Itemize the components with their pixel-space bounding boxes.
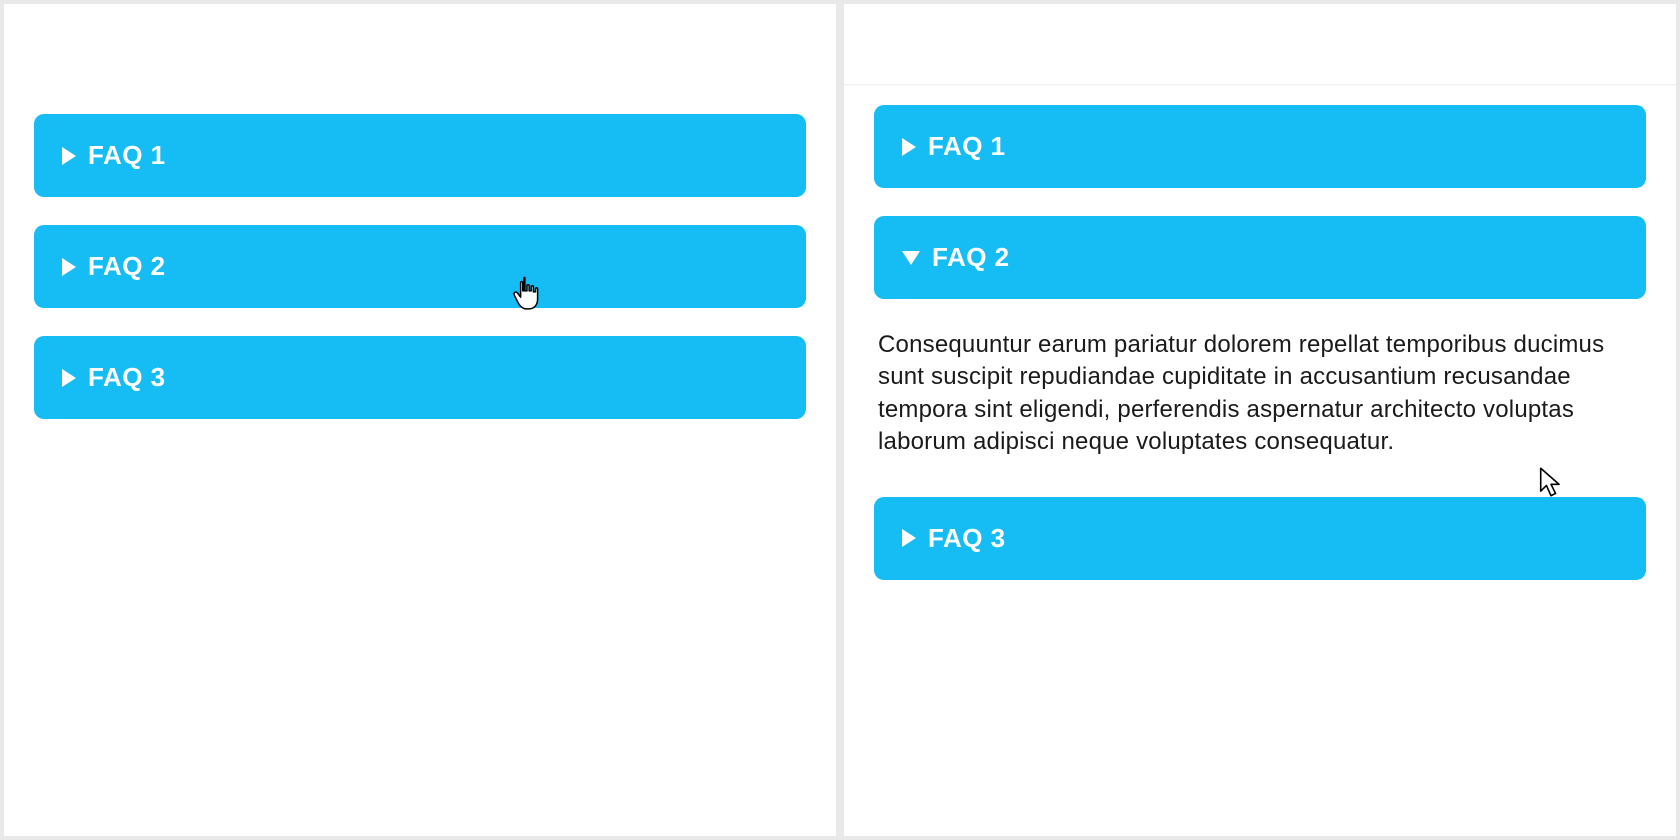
faq-item-2: FAQ 2 Consequuntur earum pariatur dolore… — [874, 216, 1646, 469]
faq-header-1[interactable]: FAQ 1 — [34, 114, 806, 197]
faq-item-3: FAQ 3 — [34, 336, 806, 419]
pane-right: FAQ 1 FAQ 2 Consequuntur earum pariatur … — [840, 0, 1680, 840]
top-divider — [844, 84, 1676, 85]
triangle-right-icon — [62, 147, 76, 165]
faq-label: FAQ 3 — [928, 523, 1006, 554]
pane-left: FAQ 1 FAQ 2 FAQ 3 — [0, 0, 840, 840]
faq-label: FAQ 1 — [928, 131, 1006, 162]
faq-header-2[interactable]: FAQ 2 — [874, 216, 1646, 299]
faq-header-1[interactable]: FAQ 1 — [874, 105, 1646, 188]
faq-label: FAQ 2 — [88, 251, 166, 282]
faq-header-3[interactable]: FAQ 3 — [34, 336, 806, 419]
faq-label: FAQ 1 — [88, 140, 166, 171]
triangle-right-icon — [62, 369, 76, 387]
top-spacer — [34, 34, 806, 114]
triangle-right-icon — [902, 138, 916, 156]
triangle-down-icon — [902, 251, 920, 265]
faq-header-2[interactable]: FAQ 2 — [34, 225, 806, 308]
faq-item-1: FAQ 1 — [34, 114, 806, 197]
faq-header-3[interactable]: FAQ 3 — [874, 497, 1646, 580]
triangle-right-icon — [902, 529, 916, 547]
triangle-right-icon — [62, 258, 76, 276]
faq-label: FAQ 2 — [932, 242, 1010, 273]
split-container: FAQ 1 FAQ 2 FAQ 3 FA — [0, 0, 1680, 840]
faq-item-2: FAQ 2 — [34, 225, 806, 308]
arrow-pointer-icon — [1538, 466, 1564, 498]
top-spacer — [874, 14, 1646, 84]
faq-item-3: FAQ 3 — [874, 497, 1646, 580]
faq-body-2: Consequuntur earum pariatur dolorem repe… — [874, 299, 1646, 469]
faq-item-1: FAQ 1 — [874, 105, 1646, 188]
faq-label: FAQ 3 — [88, 362, 166, 393]
